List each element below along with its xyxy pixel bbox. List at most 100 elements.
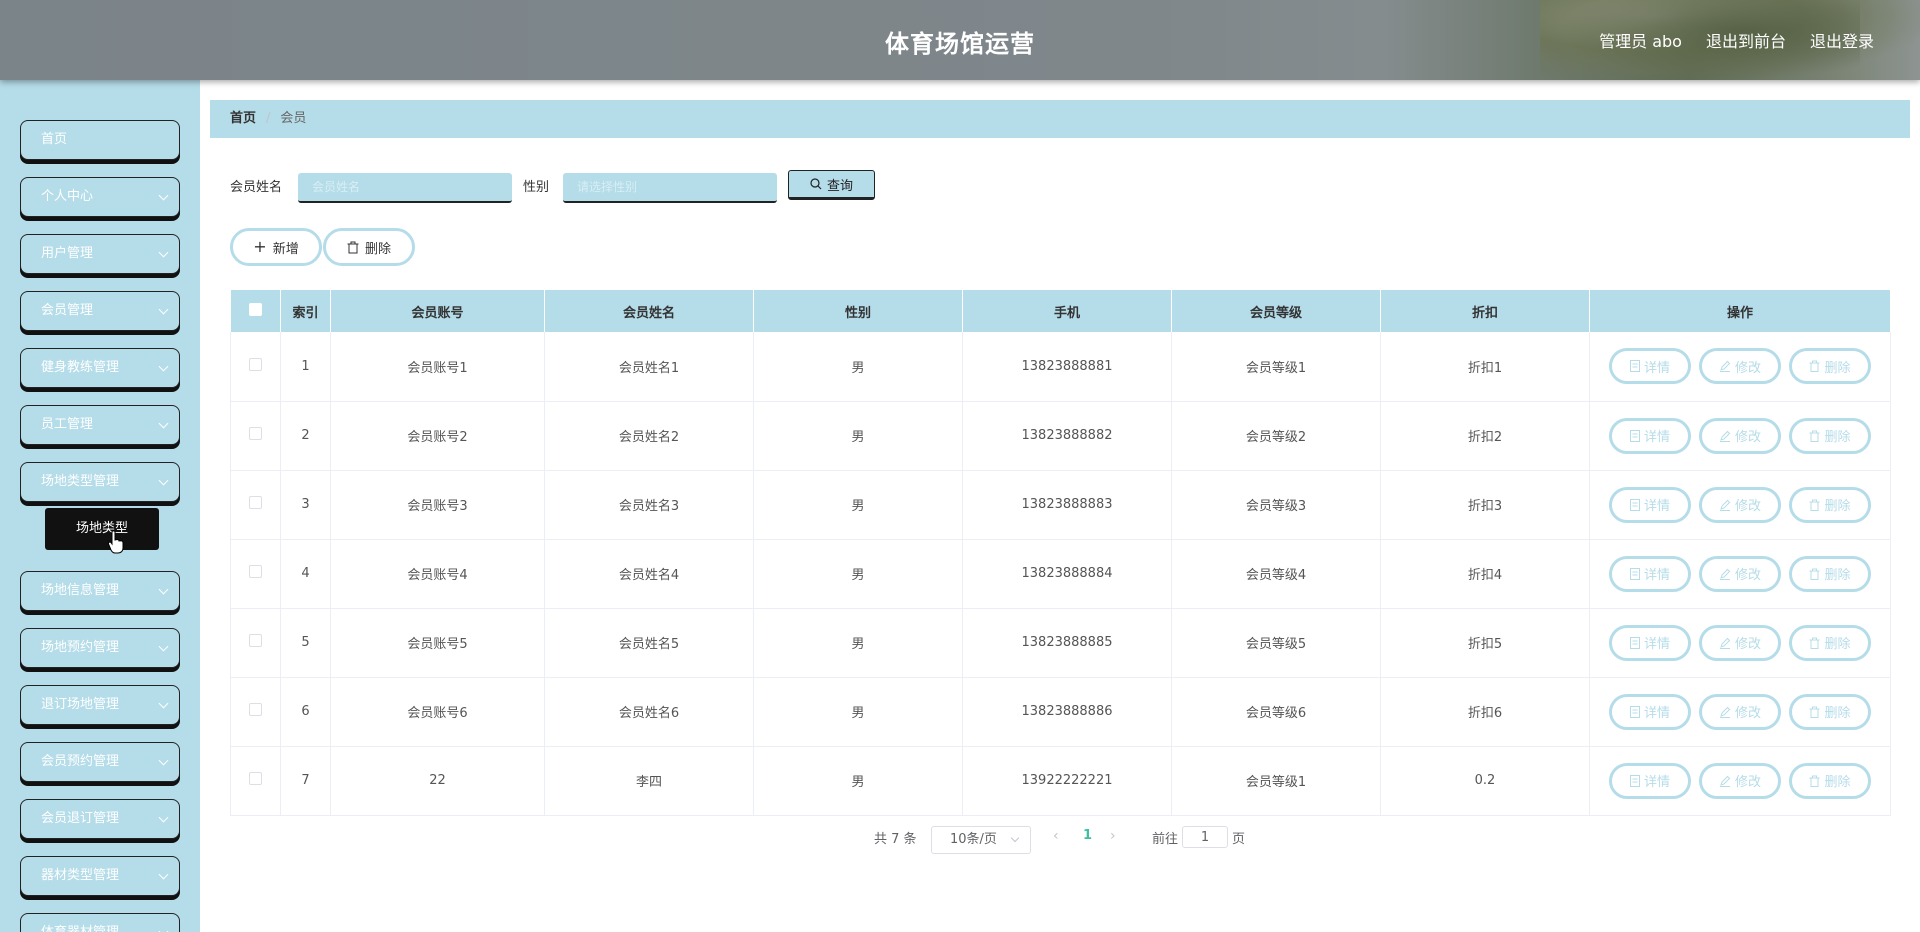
chevron-down-icon xyxy=(158,247,169,258)
sidebar-item-5[interactable]: 员工管理 xyxy=(20,405,180,445)
sidebar-item-0[interactable]: 首页 xyxy=(20,120,180,160)
name-search-label: 会员姓名 xyxy=(230,180,283,195)
sidebar-item-4[interactable]: 健身教练管理 xyxy=(20,348,180,388)
document-icon xyxy=(1629,774,1640,787)
goto-page-input[interactable] xyxy=(1182,826,1228,848)
submenu-item-venue-type[interactable]: 场地类型 xyxy=(45,508,159,550)
edit-icon xyxy=(1719,430,1731,442)
edit-button[interactable]: 修改 xyxy=(1699,762,1781,799)
cell-index: 3 xyxy=(280,470,331,540)
row-checkbox[interactable] xyxy=(249,565,262,578)
detail-button[interactable]: 详情 xyxy=(1609,417,1691,454)
next-page-icon[interactable]: › xyxy=(1110,828,1116,844)
row-select-cell[interactable] xyxy=(230,332,281,402)
edit-button[interactable]: 修改 xyxy=(1699,486,1781,523)
row-checkbox[interactable] xyxy=(249,357,262,371)
row-actions: 详情 修改 删除 xyxy=(1589,470,1891,540)
detail-button[interactable]: 详情 xyxy=(1609,693,1691,730)
query-button[interactable]: 查询 xyxy=(788,170,875,200)
sidebar-item-label: 首页 xyxy=(41,132,68,147)
chevron-down-icon xyxy=(158,641,169,652)
exit-to-front-link[interactable]: 退出到前台 xyxy=(1706,28,1786,52)
select-all-cell[interactable] xyxy=(230,290,281,332)
cell-discount: 0.2 xyxy=(1380,746,1590,816)
edit-button[interactable]: 修改 xyxy=(1699,417,1781,454)
sidebar-item-12[interactable]: 器材类型管理 xyxy=(20,856,180,896)
delete-label: 删除 xyxy=(1824,499,1851,514)
trash-icon xyxy=(1809,775,1820,787)
row-select-cell[interactable] xyxy=(230,539,281,609)
sidebar-item-2[interactable]: 用户管理 xyxy=(20,234,180,274)
sidebar-item-3[interactable]: 会员管理 xyxy=(20,291,180,331)
cell-account: 会员账号3 xyxy=(330,470,545,540)
sidebar-item-11[interactable]: 会员退订管理 xyxy=(20,799,180,839)
row-select-cell[interactable] xyxy=(230,677,281,747)
detail-button[interactable]: 详情 xyxy=(1609,555,1691,592)
delete-button[interactable]: 删除 xyxy=(1789,762,1871,799)
row-checkbox[interactable] xyxy=(249,703,262,716)
table-row: 4 会员账号4 会员姓名4 男 13823888884 会员等级4 折扣4 详情 修改 删除 xyxy=(230,539,1891,609)
detail-button[interactable]: 详情 xyxy=(1609,624,1691,661)
cell-phone: 13823888884 xyxy=(962,539,1172,609)
delete-button[interactable]: 删除 xyxy=(1789,693,1871,730)
delete-button[interactable]: 删除 xyxy=(1789,624,1871,661)
cell-phone: 13823888886 xyxy=(962,677,1172,747)
sidebar-item-9[interactable]: 退订场地管理 xyxy=(20,685,180,725)
cell-gender: 男 xyxy=(753,401,963,471)
row-select-cell[interactable] xyxy=(230,608,281,678)
sidebar-item-8[interactable]: 场地预约管理 xyxy=(20,628,180,668)
delete-button[interactable]: 删除 xyxy=(1789,486,1871,523)
cell-gender: 男 xyxy=(753,677,963,747)
logout-link[interactable]: 退出登录 xyxy=(1810,28,1874,52)
prev-page-icon[interactable]: ‹ xyxy=(1053,828,1059,844)
add-button[interactable]: + 新增 xyxy=(230,228,322,266)
detail-label: 详情 xyxy=(1643,775,1670,790)
cell-account: 会员账号1 xyxy=(330,332,545,402)
cell-account: 22 xyxy=(330,746,545,816)
row-checkbox[interactable] xyxy=(249,427,262,440)
delete-label: 删除 xyxy=(1824,430,1851,445)
sidebar-item-6[interactable]: 场地类型管理 xyxy=(20,462,180,502)
row-select-cell[interactable] xyxy=(230,401,281,471)
row-checkbox[interactable] xyxy=(249,496,262,509)
row-checkbox[interactable] xyxy=(249,772,262,785)
sidebar-item-13[interactable]: 体育器材管理 xyxy=(20,913,180,932)
select-all-checkbox[interactable] xyxy=(248,302,262,316)
edit-button[interactable]: 修改 xyxy=(1699,555,1781,592)
row-select-cell[interactable] xyxy=(230,470,281,540)
sidebar-item-label: 健身教练管理 xyxy=(41,360,120,375)
delete-button[interactable]: 删除 xyxy=(1789,555,1871,592)
sidebar-item-10[interactable]: 会员预约管理 xyxy=(20,742,180,782)
page-number-current[interactable]: 1 xyxy=(1083,828,1092,843)
trash-icon xyxy=(1809,568,1820,580)
chevron-down-icon xyxy=(158,698,169,709)
row-checkbox[interactable] xyxy=(249,634,262,647)
breadcrumb-home[interactable]: 首页 xyxy=(230,111,256,126)
column-header-5: 会员等级 xyxy=(1171,290,1381,332)
cell-level: 会员等级6 xyxy=(1171,677,1381,747)
plus-icon: + xyxy=(253,237,267,256)
delete-button[interactable]: 删除 xyxy=(1789,348,1871,385)
edit-label: 修改 xyxy=(1734,706,1761,721)
cell-discount: 折扣6 xyxy=(1380,677,1590,747)
search-icon xyxy=(810,178,822,190)
delete-button[interactable]: 删除 xyxy=(1789,417,1871,454)
page-size-select[interactable]: 10条/页 xyxy=(931,826,1031,854)
cell-discount: 折扣5 xyxy=(1380,608,1590,678)
edit-icon xyxy=(1719,499,1731,511)
edit-button[interactable]: 修改 xyxy=(1699,348,1781,385)
sidebar-item-7[interactable]: 场地信息管理 xyxy=(20,571,180,611)
row-select-cell[interactable] xyxy=(230,746,281,816)
detail-button[interactable]: 详情 xyxy=(1609,348,1691,385)
batch-delete-button[interactable]: 删除 xyxy=(323,228,415,266)
name-search-input[interactable] xyxy=(298,173,512,203)
gender-select[interactable] xyxy=(563,173,777,203)
detail-button[interactable]: 详情 xyxy=(1609,486,1691,523)
cell-account: 会员账号6 xyxy=(330,677,545,747)
edit-button[interactable]: 修改 xyxy=(1699,624,1781,661)
edit-button[interactable]: 修改 xyxy=(1699,693,1781,730)
detail-button[interactable]: 详情 xyxy=(1609,762,1691,799)
table-row: 2 会员账号2 会员姓名2 男 13823888882 会员等级2 折扣2 详情 修改 删除 xyxy=(230,401,1891,471)
sidebar-item-1[interactable]: 个人中心 xyxy=(20,177,180,217)
delete-label: 删除 xyxy=(1824,637,1851,652)
